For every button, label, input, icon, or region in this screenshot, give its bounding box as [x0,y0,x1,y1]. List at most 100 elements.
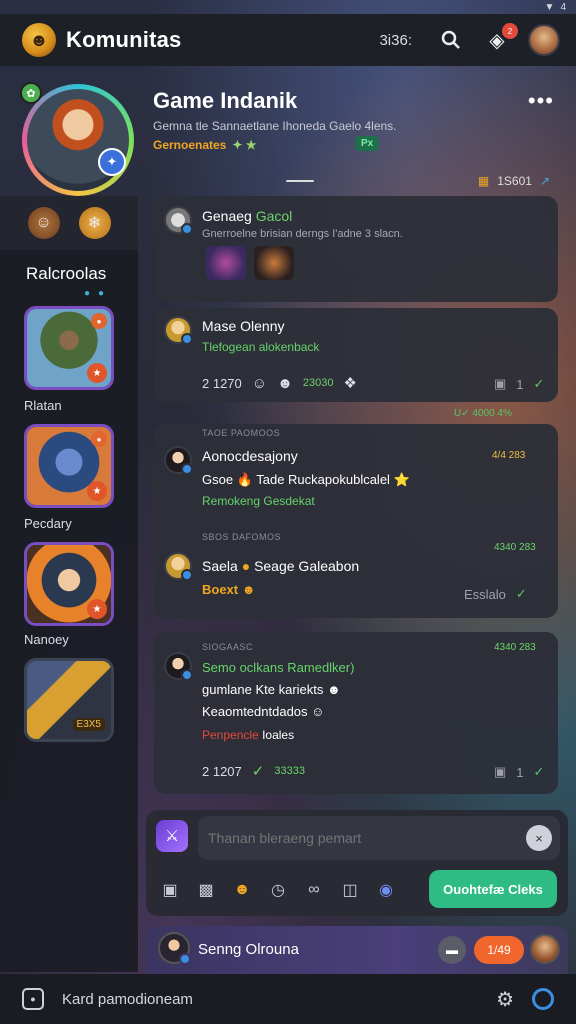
emoji-icon[interactable]: ☻ [277,375,293,392]
mute-button[interactable]: ▬ [438,936,466,964]
status-bar: ▼ 4 [545,0,566,14]
game-hero-avatar[interactable] [22,84,134,196]
leaf-icon: ✿ [20,82,42,104]
top-code-text: 3i36: [379,31,412,49]
post-author: Aonocdesajony [202,448,298,464]
post-label: SIOGAASC [202,642,254,652]
tagline-icons: ✦ ★ [232,138,257,152]
post-line: Gsoe 🔥 Tade Ruckapokublcalel ⭐ [202,472,410,487]
gift-icon[interactable]: ▩ [196,880,216,900]
header-divider [286,180,314,182]
sidebar-card-4[interactable]: E3X5 [24,658,114,742]
post-avatar[interactable] [164,552,193,581]
sword-icon[interactable]: ⚔ [156,820,188,852]
post-avatar[interactable] [164,316,193,345]
post-thumbnail[interactable] [254,246,294,280]
post-meta: U✓ 4000 4% [454,408,512,419]
card-badge-icon: ● [91,431,107,447]
camera-icon[interactable]: ● [22,988,44,1010]
puzzle-icon[interactable]: ❄ [78,207,111,239]
post-label: SBOS DAFOMOS [202,532,282,542]
game-name: Game Indanik [153,88,298,113]
post-time: 4340 283 [494,642,536,653]
chest-price: E3X5 [72,718,105,731]
post-card[interactable]: Genaeg Gacol Gnerroelne brisian derngs I… [154,196,558,302]
sidebar-card-label: Rlatan [24,398,62,413]
voice-avatar [158,932,191,965]
link-icon[interactable]: ∞ [304,881,324,899]
sidebar-card-label: Pecdary [24,516,72,531]
post-read-status: Esslalo ✓ [464,586,527,602]
clock-icon[interactable]: ◷ [268,880,288,900]
message-composer: ⚔ × ▣ ▩ ☻ ◷ ∞ ◫ ◉ Ouohtefæ Cleks [146,810,568,916]
app-logo: ☻ [22,23,56,57]
status-circle-icon[interactable] [532,988,554,1010]
medal-icon: ● [241,558,251,574]
post-line: Keaomtedntdados ☺ [202,704,325,719]
post-reactions: 2 1270 ☺ ☻ 23030 ❖ [202,374,357,393]
top-bar: ☻ Komunitas 3i36: ◈ 2 [0,14,576,66]
sidebar-card-2[interactable]: ● ★ [24,424,114,508]
sidebar-title: Ralcroolas [26,264,107,283]
post-subtitle: Tlefogean alokenback [202,340,320,354]
post-subtitle: Gnerroelne brisian derngs I'adne 3 slacn… [202,228,403,240]
post-avatar[interactable] [164,446,193,475]
user-avatar[interactable] [528,24,560,56]
post-line: Penpencle Ioales [202,728,295,742]
voice-channel-bar[interactable]: Senng Olrouna ▬ 1/49 [146,926,568,974]
card-action-icon: ★ [87,599,107,619]
sidebar-indicator: ●● [84,288,113,299]
sidebar-card-3[interactable]: ★ [24,542,114,626]
voice-count-badge[interactable]: 1/49 [474,936,524,964]
post-card[interactable]: SIOGAASC 4340 283 Semo oclkans Ramedlker… [154,632,558,794]
search-icon [441,30,460,49]
send-button[interactable]: Ouohtefæ Cleks [429,870,557,908]
header-stats: ▦ 1S601 ↗ [478,174,550,188]
game-description: Gemna tle Sannaetlane Ihoneda Gaelo 4len… [153,119,397,133]
post-card[interactable]: Mase Olenny Tlefogean alokenback 2 1270 … [154,308,558,402]
message-input[interactable] [198,816,560,860]
post-avatar[interactable] [164,206,193,235]
tag-badge[interactable]: Px [355,136,380,151]
notification-badge: 2 [502,23,518,39]
globe-icon[interactable]: ◉ [376,880,396,900]
post-author: Genaeg Gacol [202,208,293,224]
emoji-icon: ☺ [311,704,325,719]
card-badge-icon: ● [91,313,107,329]
post-tag: Boext ☻ [202,582,256,597]
gear-icon[interactable]: ⚙ [496,987,514,1012]
more-options-button[interactable]: ••• [528,88,554,114]
stats-value: 1S601 [497,174,532,188]
trend-icon: ↗ [539,174,550,188]
notifications-button[interactable]: ◈ 2 [482,23,518,55]
search-button[interactable] [436,25,466,55]
sidebar: ☺ ❄ Ralcroolas ●● ● ★ Rlatan ● ★ Pecdary… [0,196,138,972]
avatar-tool-icon[interactable]: ☺ [27,207,60,239]
card-action-icon: ★ [87,363,107,383]
post-read-status: ▣ 1 ✓ [494,376,545,392]
clear-input-button[interactable]: × [526,825,552,851]
post-read-status: ▣ 1 ✓ [494,764,545,780]
bottom-bar-label[interactable]: Kard pamodioneam [62,991,496,1008]
composer-toolbar: ▣ ▩ ☻ ◷ ∞ ◫ ◉ [160,880,396,900]
gift-icon[interactable]: ❖ [343,374,356,392]
voice-user-avatar[interactable] [530,934,560,964]
image-icon[interactable]: ▣ [160,880,180,900]
emoji-icon[interactable]: ☺ [252,375,267,392]
post-line: gumlane Kte kariekts ☻ [202,682,341,697]
post-card[interactable]: TAOE PAOMOOS Aonocdesajony 4/4 283 Gsoe … [154,424,558,618]
post-author: Semo oclkans Ramedlker) [202,660,355,675]
image-icon: ▣ [494,376,507,391]
bottom-bar: ● Kard pamodioneam ⚙ [0,974,576,1024]
post-avatar[interactable] [164,652,193,681]
post-thumbnail[interactable] [206,246,246,280]
sidebar-card-1[interactable]: ● ★ [24,306,114,390]
emoji-icon[interactable]: ☻ [232,881,252,899]
reaction-icon[interactable]: ✓ [252,762,265,780]
emoji-icon[interactable]: ☻ [242,582,256,597]
chat-icon[interactable]: ◫ [340,880,360,900]
post-author: Saela ● Seage Galeabon [202,558,360,574]
post-time: 4/4 283 [492,450,526,461]
verified-icon: ✦ [98,148,126,176]
app-title: Komunitas [66,27,182,52]
